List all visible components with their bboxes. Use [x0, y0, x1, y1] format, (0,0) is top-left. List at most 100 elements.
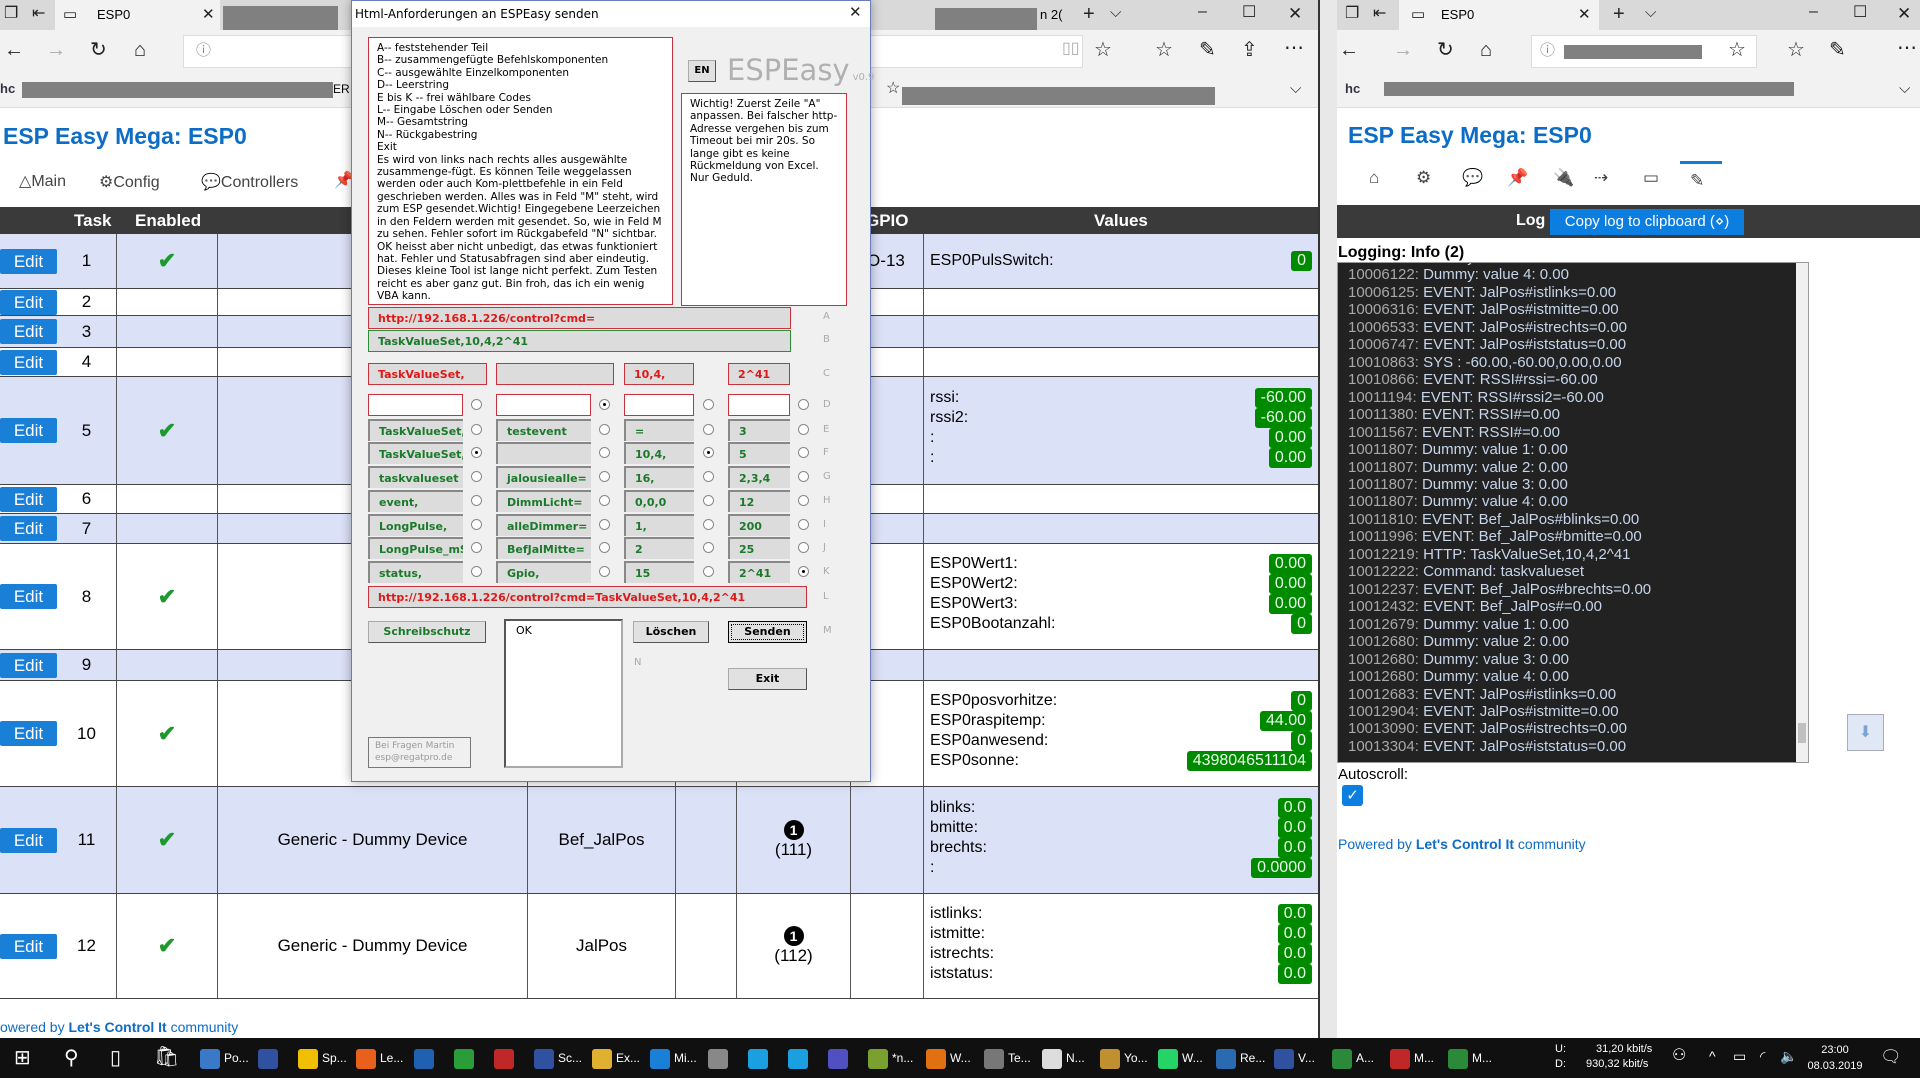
option-field[interactable]: 2^41 — [728, 561, 790, 583]
new-tab-icon[interactable]: + — [1083, 4, 1095, 24]
autoscroll-checkbox[interactable]: ✓ — [1342, 785, 1363, 806]
taskbar-app[interactable]: N... — [1042, 1046, 1085, 1070]
taskbar-app[interactable]: M... — [1390, 1046, 1434, 1070]
taskbar-app[interactable] — [828, 1046, 852, 1070]
option-field[interactable]: LongPulse, — [368, 514, 463, 536]
dialog-close-icon[interactable]: ✕ — [849, 5, 862, 20]
custom-input[interactable] — [496, 394, 591, 416]
nav-config[interactable]: ⚙Config — [99, 172, 160, 192]
tabs-aside-icon[interactable]: ⇤ — [32, 6, 45, 22]
taskbar-app[interactable] — [788, 1046, 812, 1070]
edit-button[interactable]: Edit — [0, 827, 57, 853]
taskbar-app[interactable]: Ex... — [592, 1046, 640, 1070]
tabs-aside-icon[interactable]: ⇤ — [1373, 6, 1386, 22]
maximize-icon[interactable]: ☐ — [1242, 5, 1256, 21]
more-icon[interactable]: ⋯ — [1284, 38, 1304, 58]
nav-tab-pencil[interactable]: ✎ — [1680, 161, 1722, 197]
option-radio[interactable] — [798, 519, 809, 530]
option-field[interactable]: 5 — [728, 442, 790, 464]
taskbar-app[interactable]: A... — [1332, 1046, 1374, 1070]
option-field[interactable]: 12 — [728, 490, 790, 512]
url-base-field[interactable]: http://192.168.1.226/control?cmd= — [368, 307, 791, 329]
edit-button[interactable]: Edit — [0, 319, 57, 344]
option-field[interactable]: testevent — [496, 419, 591, 441]
option-field[interactable]: TaskValueSet, — [368, 442, 463, 464]
language-button[interactable]: EN — [688, 60, 716, 82]
option-radio[interactable] — [703, 566, 714, 577]
taskbar-app[interactable]: M... — [1448, 1046, 1492, 1070]
close-window-icon[interactable]: ✕ — [1897, 5, 1911, 22]
favorite-star-icon[interactable]: ☆ — [1094, 40, 1112, 60]
hc-favicon[interactable]: hc — [0, 81, 15, 96]
task-view-icon[interactable]: ▯ — [110, 1048, 121, 1068]
option-field[interactable]: 25 — [728, 537, 790, 559]
taskbar-app[interactable] — [258, 1046, 282, 1070]
home-icon[interactable]: ⌂ — [1480, 40, 1492, 60]
option-radio[interactable] — [471, 399, 482, 410]
option-radio[interactable] — [471, 519, 482, 530]
favorites-chevron-icon[interactable]: ⌵ — [1290, 81, 1301, 96]
footer-link[interactable]: Let's Control It — [68, 1019, 166, 1035]
option-radio[interactable] — [471, 424, 482, 435]
tab-set-aside-icon[interactable]: ❐ — [1345, 6, 1359, 22]
more-icon[interactable]: ⋯ — [1897, 38, 1917, 58]
taskbar-app[interactable]: V... — [1274, 1046, 1315, 1070]
favorites-hub-icon[interactable]: ☆ — [1787, 40, 1805, 60]
option-radio[interactable] — [471, 542, 482, 553]
option-field[interactable]: LongPulse_mS — [368, 537, 463, 559]
new-tab-icon[interactable]: + — [1613, 4, 1625, 24]
pen-icon[interactable]: ✎ — [1199, 40, 1216, 60]
exit-button[interactable]: Exit — [728, 668, 807, 690]
taskbar-app[interactable]: Te... — [984, 1046, 1031, 1070]
option-radio[interactable] — [599, 447, 610, 458]
option-radio[interactable] — [599, 495, 610, 506]
scroll-to-top-icon[interactable]: ⬇ — [1847, 714, 1884, 751]
edit-button[interactable]: Edit — [0, 486, 57, 512]
option-radio[interactable] — [703, 542, 714, 553]
close-tab-icon[interactable]: ✕ — [202, 7, 215, 22]
option-radio[interactable] — [471, 471, 482, 482]
option-radio[interactable] — [599, 519, 610, 530]
option-field[interactable]: DimmLicht= — [496, 490, 591, 512]
option-radio[interactable] — [703, 399, 714, 410]
maximize-icon[interactable]: ☐ — [1853, 5, 1867, 21]
custom-input[interactable] — [368, 394, 463, 416]
taskbar-app[interactable]: W... — [926, 1046, 971, 1070]
clear-button[interactable]: Löschen — [633, 621, 709, 643]
pen-icon[interactable]: ✎ — [1829, 40, 1846, 60]
nav-tab-pin[interactable]: 📌 — [1497, 161, 1539, 197]
tab-esp0[interactable]: ▭ ESP0 ✕ — [55, 0, 220, 30]
edit-button[interactable]: Edit — [0, 933, 57, 959]
log-output[interactable]: 10006122: Dummy: value 3: 0.0010006122: … — [1337, 262, 1809, 763]
edit-button[interactable]: Edit — [0, 652, 57, 678]
close-tab-icon[interactable]: ✕ — [1578, 7, 1591, 22]
option-radio[interactable] — [798, 495, 809, 506]
nav-tab-chat[interactable]: 💬 — [1452, 161, 1494, 197]
chevron-down-icon[interactable]: ⌵ — [1645, 5, 1656, 20]
taskbar-app[interactable] — [708, 1046, 732, 1070]
option-radio[interactable] — [471, 495, 482, 506]
tray-chevron-icon[interactable]: ^ — [1709, 1049, 1716, 1063]
taskbar-app[interactable]: Sp... — [298, 1046, 347, 1070]
wifi-icon[interactable]: ◜ — [1760, 1049, 1765, 1063]
minimize-icon[interactable]: – — [1809, 4, 1818, 20]
write-protect-button[interactable]: Schreibschutz — [368, 621, 486, 643]
option-field[interactable]: 200 — [728, 514, 790, 536]
tab-set-aside-icon[interactable]: ❐ — [4, 6, 18, 22]
notifications-icon[interactable]: 🗨 — [1880, 1048, 1902, 1065]
edit-button[interactable]: Edit — [0, 418, 57, 443]
option-field[interactable]: taskvalueset — [368, 466, 463, 488]
option-field[interactable]: TaskValueSet, — [368, 419, 463, 441]
option-radio[interactable] — [703, 519, 714, 530]
taskbar-app[interactable]: Mi... — [650, 1046, 697, 1070]
option-field[interactable]: 16, — [624, 466, 694, 488]
option-field[interactable]: 10,4, — [624, 442, 694, 464]
footer-link[interactable]: Let's Control It — [1416, 836, 1514, 852]
option-field[interactable]: event, — [368, 490, 463, 512]
refresh-icon[interactable]: ↻ — [1437, 40, 1454, 60]
forward-icon[interactable]: → — [46, 40, 66, 60]
option-field[interactable]: 0,0,0 — [624, 490, 694, 512]
option-radio[interactable] — [599, 542, 610, 553]
option-radio[interactable] — [798, 424, 809, 435]
nav-main[interactable]: △Main — [19, 171, 66, 191]
